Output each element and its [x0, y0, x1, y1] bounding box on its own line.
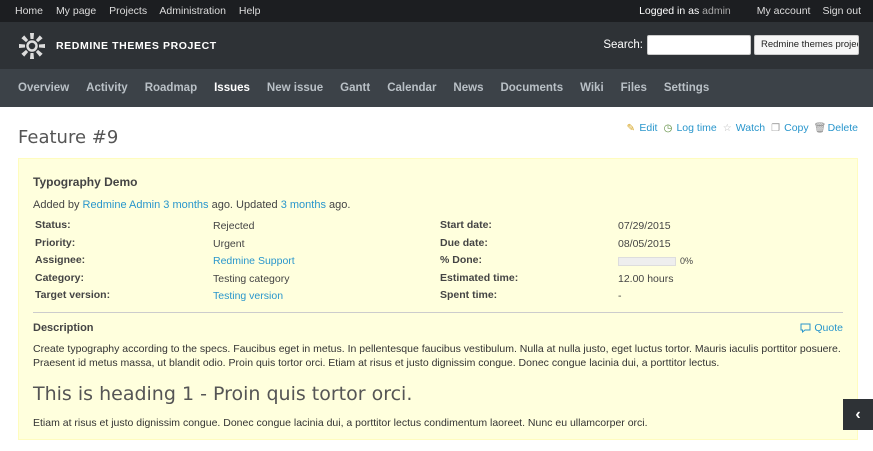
search-label: Search: — [603, 39, 643, 51]
tab-new-issue[interactable]: New issue — [267, 82, 323, 94]
target-version-link[interactable]: Testing version — [213, 290, 283, 302]
done-percent: 0% — [680, 256, 694, 266]
quick-search: Search: Redmine themes project — [603, 35, 859, 55]
description-paragraph-1: Create typography according to the specs… — [33, 342, 841, 369]
top-menu-left: Home My page Projects Administration Hel… — [15, 5, 270, 17]
project-jump-select[interactable]: Redmine themes project — [754, 35, 859, 55]
category-label: Category: — [35, 271, 85, 284]
logged-in-as: Logged in as admin — [639, 5, 731, 17]
copy-link[interactable]: Copy — [784, 122, 809, 134]
issue-actions: ✎ Edit ◷ Log time ☆ Watch ❐ Copy 🗑 Delet… — [620, 122, 858, 134]
top-menu-projects[interactable]: Projects — [109, 5, 147, 17]
top-menu: Home My page Projects Administration Hel… — [0, 0, 873, 22]
pencil-icon: ✎ — [626, 122, 636, 134]
priority-value: Urgent — [213, 237, 245, 250]
estimated-time-label: Estimated time: — [440, 271, 519, 284]
tab-calendar[interactable]: Calendar — [387, 82, 436, 94]
content: ✎ Edit ◷ Log time ☆ Watch ❐ Copy 🗑 Delet… — [0, 107, 873, 440]
issue-attributes: Status: Rejected Start date: 07/29/2015 … — [33, 217, 843, 305]
watch-action[interactable]: ☆ Watch — [722, 122, 765, 134]
chevron-left-icon: ‹ — [855, 405, 861, 423]
divider — [33, 311, 843, 313]
start-date-label: Start date: — [440, 219, 492, 231]
description-paragraph-2: Etiam at risus et justo dignissim congue… — [33, 416, 648, 429]
spent-time-value: - — [618, 290, 622, 302]
redmine-logo-icon — [19, 32, 45, 59]
trash-icon: 🗑 — [813, 122, 827, 134]
assignee-value: Redmine Support — [213, 252, 438, 270]
top-menu-administration[interactable]: Administration — [159, 5, 226, 17]
updated-ago-link[interactable]: 3 months — [281, 199, 326, 211]
main-menu: Overview Activity Roadmap Issues New iss… — [0, 69, 873, 107]
done-ratio-label: % Done: — [440, 254, 482, 266]
top-menu-right: Logged in as admin My account Sign out — [639, 5, 861, 17]
description-header: Description Quote — [33, 322, 843, 334]
sign-out-link[interactable]: Sign out — [822, 5, 861, 17]
log-time-link[interactable]: Log time — [676, 122, 716, 134]
tab-news[interactable]: News — [453, 82, 483, 94]
delete-link[interactable]: Delete — [828, 122, 858, 134]
tab-roadmap[interactable]: Roadmap — [145, 82, 197, 94]
estimated-time-value: 12.00 hours — [618, 272, 674, 285]
tab-issues[interactable]: Issues — [214, 82, 250, 94]
description-heading-1: This is heading 1 - Proin quis tortor or… — [33, 382, 413, 405]
added-by-prefix: Added by — [33, 199, 80, 211]
edit-action[interactable]: ✎ Edit — [625, 122, 658, 134]
quote-action[interactable]: Quote — [800, 322, 843, 334]
my-account-link[interactable]: My account — [757, 5, 811, 17]
due-date-value: 08/05/2015 — [618, 237, 671, 250]
status-value: Rejected — [213, 220, 255, 232]
target-version-value: Testing version — [213, 287, 438, 305]
quote-link[interactable]: Quote — [814, 322, 843, 334]
status-label: Status: — [35, 219, 71, 231]
done-ratio-value: 0% — [618, 252, 818, 270]
speech-bubble-icon — [800, 323, 811, 333]
tab-overview[interactable]: Overview — [18, 82, 69, 94]
description-label: Description — [33, 321, 94, 334]
issue-author-line: Added by Redmine Admin 3 months ago. Upd… — [33, 199, 843, 211]
star-icon: ☆ — [722, 122, 732, 134]
issue-subject: Typography Demo — [33, 175, 138, 189]
progress-bar — [618, 257, 676, 266]
tab-gantt[interactable]: Gantt — [340, 82, 370, 94]
sidebar-toggle-button[interactable]: ‹ — [843, 399, 873, 430]
copy-icon: ❐ — [771, 122, 781, 134]
author-link[interactable]: Redmine Admin — [83, 199, 161, 211]
ago-updated-text: ago. Updated — [211, 199, 278, 211]
watch-link[interactable]: Watch — [736, 122, 765, 134]
clock-icon: ◷ — [663, 122, 673, 134]
search-input[interactable] — [647, 35, 751, 55]
spent-time-label: Spent time: — [440, 289, 498, 301]
target-version-label: Target version: — [35, 289, 111, 301]
top-menu-help[interactable]: Help — [239, 5, 261, 17]
created-ago-link[interactable]: 3 months — [163, 199, 208, 211]
delete-action[interactable]: 🗑 Delete — [814, 122, 858, 134]
top-menu-home[interactable]: Home — [15, 5, 43, 17]
assignee-link[interactable]: Redmine Support — [213, 255, 295, 267]
tab-files[interactable]: Files — [621, 82, 647, 94]
edit-link[interactable]: Edit — [639, 122, 657, 134]
log-time-action[interactable]: ◷ Log time — [662, 122, 717, 134]
priority-label: Priority: — [35, 236, 76, 249]
issue-details: Typography Demo Added by Redmine Admin 3… — [18, 158, 858, 440]
assignee-label: Assignee: — [35, 254, 86, 266]
logged-in-user[interactable]: admin — [702, 5, 731, 17]
tab-settings[interactable]: Settings — [664, 82, 709, 94]
category-value: Testing category — [213, 272, 290, 285]
tab-wiki[interactable]: Wiki — [580, 82, 604, 94]
top-menu-my-page[interactable]: My page — [56, 5, 96, 17]
ago-end-text: ago. — [329, 199, 351, 211]
copy-action[interactable]: ❐ Copy — [770, 122, 809, 134]
tab-activity[interactable]: Activity — [86, 82, 128, 94]
tab-documents[interactable]: Documents — [500, 82, 563, 94]
project-title[interactable]: REDMINE THEMES PROJECT — [56, 40, 217, 52]
logged-in-prefix: Logged in as — [639, 5, 700, 17]
start-date-value: 07/29/2015 — [618, 220, 671, 232]
header: REDMINE THEMES PROJECT Search: Redmine t… — [0, 22, 873, 69]
due-date-label: Due date: — [440, 236, 488, 249]
